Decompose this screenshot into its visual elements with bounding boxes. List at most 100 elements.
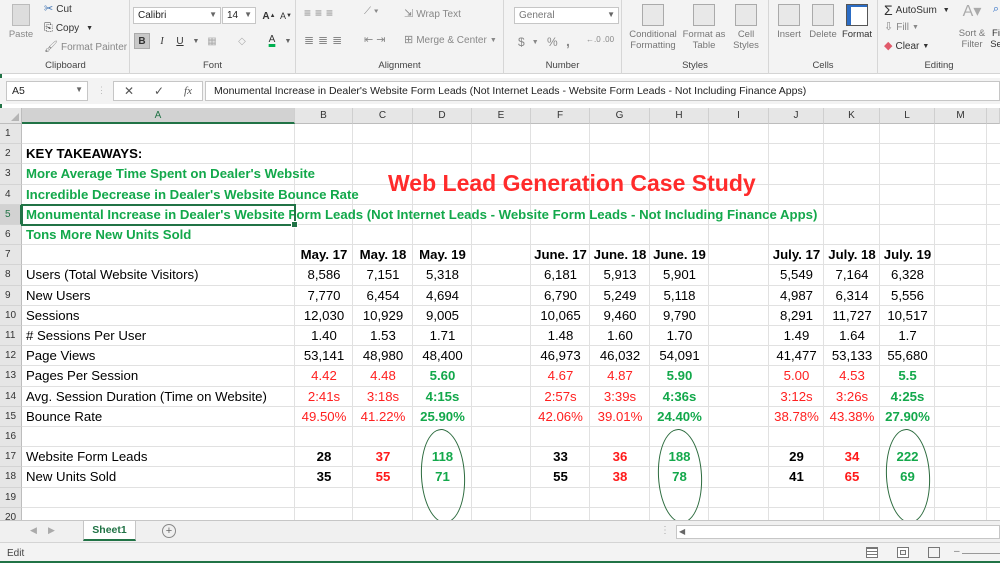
tab-split-handle[interactable]: ⋮ [660,525,670,536]
row-header-9[interactable]: 9 [0,285,22,306]
row-header-1[interactable]: 1 [0,124,22,145]
underline-dropdown[interactable]: ▼ [188,33,204,49]
row-header-11[interactable]: 11 [0,326,22,347]
paste-button[interactable]: Paste [8,4,34,40]
scroll-left-icon[interactable]: ◀ [679,527,685,536]
format-painter-button[interactable]: 🖌 Format Painter [44,42,127,54]
comma-button[interactable]: , [566,33,570,49]
select-all-button[interactable] [0,108,22,124]
row-header-17[interactable]: 17 [0,447,22,468]
row-header-10[interactable]: 10 [0,305,22,326]
metric-value: 1.53 [370,328,396,343]
sort-filter-button[interactable]: A▾ Sort & Filter [956,4,988,51]
row-header-16[interactable]: 16 [0,427,22,448]
add-sheet-icon[interactable]: + [162,524,176,538]
borders-icon[interactable]: ▦ [204,33,220,49]
column-header-i[interactable]: I [709,108,769,124]
insert-function-icon[interactable]: fx [184,85,192,97]
conditional-formatting-button[interactable]: Conditional Formatting [626,4,680,51]
row-header-2[interactable]: 2 [0,144,22,165]
horizontal-scrollbar[interactable]: ◀ [676,525,1000,539]
column-header-l[interactable]: L [880,108,935,124]
column-header-j[interactable]: J [769,108,824,124]
font-color-dropdown[interactable]: ▼ [280,33,296,49]
row-header-12[interactable]: 12 [0,346,22,367]
row-header-19[interactable]: 19 [0,487,22,508]
insert-cells-icon [778,4,800,26]
bold-button[interactable]: B [134,33,150,49]
column-header-c[interactable]: C [353,108,413,124]
orientation-icon[interactable]: ⟋ ▾ [364,6,379,17]
fill-button[interactable]: ⇩ Fill ▼ [884,22,919,34]
metric-value: 48,980 [362,348,404,364]
metric-value: 6,314 [835,287,869,303]
row-header-14[interactable]: 14 [0,386,22,407]
wrap-text-button[interactable]: ⇲ Wrap Text [404,9,461,21]
metric-value: 9,005 [425,307,459,323]
horizontal-align-icons[interactable]: ≣≣≣ [304,33,346,47]
find-select-button[interactable]: ⌕ Fi Se [990,4,1000,50]
font-name-select[interactable]: Calibri ▼ [133,7,221,24]
column-header-g[interactable]: G [590,108,650,124]
percent-button[interactable]: % [547,35,558,49]
zoom-out-icon[interactable]: – [954,546,960,557]
column-header-f[interactable]: F [531,108,590,124]
row-header-13[interactable]: 13 [0,366,22,387]
normal-view-icon[interactable] [866,547,878,558]
cancel-icon[interactable]: ✕ [124,84,134,98]
column-header-a[interactable]: A [22,108,295,124]
font-color-icon[interactable]: A [264,31,280,47]
underline-button[interactable]: U [172,33,188,49]
format-as-table-button[interactable]: Format as Table [682,4,726,51]
row-header-5[interactable]: 5 [0,204,22,225]
column-header-d[interactable]: D [413,108,472,124]
row-header-8[interactable]: 8 [0,265,22,286]
tab-scroll-left-icon[interactable]: ◀ [30,525,37,536]
indent-icons[interactable]: ⇤ ⇥ [364,33,386,46]
row-header-7[interactable]: 7 [0,245,22,266]
row-header-18[interactable]: 18 [0,467,22,488]
fill-color-icon[interactable]: ◇ [234,33,250,49]
currency-button[interactable]: $ ▼ [518,35,539,49]
worksheet-grid[interactable]: A B C D E F G H I J K L M 1 2 3 4 5 6 7 8 9 10 11 12 13 14 15 16 17 18… [0,108,1000,528]
gridline-horizontal [22,143,1000,145]
row-header-15[interactable]: 15 [0,406,22,427]
merge-center-button[interactable]: ⊞ Merge & Center ▼ [404,35,497,47]
decimal-icons[interactable]: ←.0 .00 [586,35,614,44]
column-header-e[interactable]: E [472,108,531,124]
row-header-3[interactable]: 3 [0,164,22,185]
name-box[interactable]: A5 ▼ [6,81,88,101]
grow-font-button[interactable]: A ▲ [261,8,277,24]
result-value: 38 [612,469,628,485]
column-header-h[interactable]: H [650,108,709,124]
metric-value: 53,133 [831,348,873,364]
number-format-select[interactable]: General ▼ [514,7,619,24]
tab-scroll-right-icon[interactable]: ▶ [48,525,55,536]
font-size-select[interactable]: 14 ▼ [222,7,256,24]
sheet-tab-sheet1[interactable]: Sheet1 [83,521,136,541]
enter-icon[interactable]: ✓ [154,84,164,98]
formula-input[interactable]: Monumental Increase in Dealer's Website … [205,81,1000,101]
cut-button[interactable]: ✂ Cut [44,4,72,16]
copy-button[interactable]: ⎘ Copy ▼ [44,23,93,35]
shrink-font-button[interactable]: A ▼ [278,8,294,24]
page-break-view-icon[interactable] [928,547,940,558]
metric-value: 1.7 [898,328,917,343]
delete-button[interactable]: Delete [807,4,839,40]
cell-styles-button[interactable]: Cell Styles [728,4,764,51]
autosum-button[interactable]: Σ AutoSum ▼ [884,3,950,17]
row-header-4[interactable]: 4 [0,184,22,205]
column-header-m[interactable]: M [935,108,987,124]
font-group: Calibri ▼ 14 ▼ A ▲ A ▼ B I U ▼ ▦ ◇ A ▼ Fon… [130,0,296,74]
italic-button[interactable]: I [154,33,170,49]
insert-button[interactable]: Insert [773,4,805,40]
clear-button[interactable]: ◆ Clear ▼ [884,41,929,53]
page-layout-view-icon[interactable] [897,547,909,558]
row-header-6[interactable]: 6 [0,225,22,246]
format-button[interactable]: Format [839,4,875,40]
column-header-k[interactable]: K [824,108,880,124]
gridline-horizontal [22,466,1000,468]
vertical-align-icons[interactable]: ≡≡≡ [304,6,337,20]
column-header-b[interactable]: B [295,108,353,124]
zoom-slider[interactable] [962,553,1000,554]
